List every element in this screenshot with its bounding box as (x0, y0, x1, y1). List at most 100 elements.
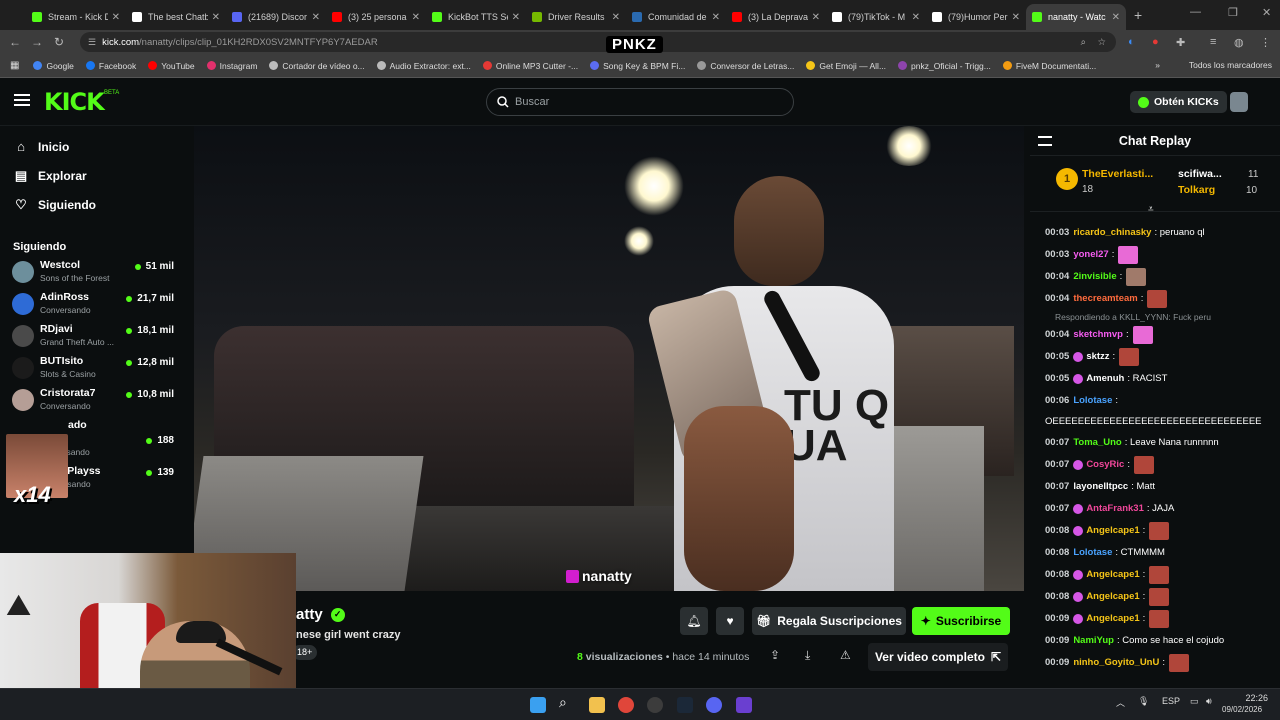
close-tab-icon[interactable]: ✕ (612, 12, 620, 23)
followed-channel[interactable]: AdinRoss Conversando 21,7 mil (0, 291, 188, 323)
sidebar-nav-explorar[interactable]: ▤ Explorar (0, 161, 188, 190)
network-icon[interactable]: ▭ (1190, 696, 1199, 707)
browser-tab[interactable]: (21689) Discor ✕ (226, 4, 326, 30)
mic-icon[interactable]: 🎙︎ (1138, 696, 1149, 707)
url-field[interactable]: ☰ kick.com/nanatty/clips/clip_01KH2RDX0S… (80, 32, 1116, 52)
chat-username[interactable]: Lolotase (1073, 390, 1112, 412)
close-tab-icon[interactable]: ✕ (1012, 12, 1020, 23)
chat-username[interactable]: sketchmvp (1073, 324, 1123, 346)
app-icon[interactable] (736, 697, 752, 713)
chat-username[interactable]: thecreamteam (1073, 288, 1137, 310)
extension-icon[interactable]: ● (1152, 36, 1159, 48)
notification-bell-button[interactable]: 🔔︎ (680, 607, 708, 635)
follow-heart-button[interactable]: ♥ (716, 607, 744, 635)
browser-tab[interactable]: The best Chatb ✕ (126, 4, 226, 30)
clock-date[interactable]: 09/02/2026 (1222, 705, 1262, 714)
chat-username[interactable]: yonel27 (1073, 244, 1108, 266)
back-button[interactable]: ← (4, 35, 26, 49)
chat-username[interactable]: ninho_Goyito_UnU (1073, 652, 1159, 674)
clip-video-player[interactable]: TU QUA nanatty (194, 126, 1024, 591)
volume-icon[interactable]: 🔊︎ (1206, 696, 1212, 707)
bookmark-star-icon[interactable]: ☆ (1097, 37, 1106, 48)
gifter-name[interactable]: TheEverlasti... (1082, 168, 1153, 180)
reload-button[interactable]: ↻ (48, 35, 70, 49)
close-tab-icon[interactable]: ✕ (512, 12, 520, 23)
bookmark-item[interactable]: Facebook (85, 61, 136, 71)
sidebar-nav-inicio[interactable]: ⌂ Inicio (0, 132, 188, 161)
chat-username[interactable]: Angelcape1 (1086, 564, 1139, 586)
bookmark-item[interactable]: pnkz_Oficial - Trigg... (898, 61, 991, 71)
bookmark-item[interactable]: Conversor de Letras... (697, 61, 794, 71)
close-tab-icon[interactable]: ✕ (1112, 12, 1120, 23)
forward-button[interactable]: → (26, 35, 48, 49)
bookmark-item[interactable]: Get Emoji — All... (806, 61, 886, 71)
browser-tab[interactable]: Stream - Kick D ✕ (26, 4, 126, 30)
menu-dots-icon[interactable]: ⋮ (1260, 36, 1271, 49)
bookmark-item[interactable]: Online MP3 Cutter -... (482, 61, 578, 71)
new-tab-button[interactable]: + (1134, 7, 1142, 23)
browser-tab[interactable]: nanatty - Watc ✕ (1026, 4, 1126, 30)
clock-time[interactable]: 22:26 (1228, 693, 1268, 703)
zoom-icon[interactable]: ⌕ (1081, 37, 1086, 48)
chat-username[interactable]: Angelcape1 (1086, 586, 1139, 608)
close-tab-icon[interactable]: ✕ (812, 12, 820, 23)
maximize-button[interactable]: ❐ (1228, 6, 1238, 19)
steam-icon[interactable] (677, 697, 693, 713)
site-info-icon[interactable]: ☰ (88, 37, 96, 48)
all-bookmarks-link[interactable]: Todos los marcadores (1189, 60, 1272, 70)
close-tab-icon[interactable]: ✕ (212, 12, 220, 23)
chat-username[interactable]: Toma_Uno (1073, 432, 1121, 454)
search-taskbar-icon[interactable]: ⌕ (559, 694, 575, 710)
expand-gifters-icon[interactable]: ⩡ (1148, 204, 1154, 215)
bookmark-item[interactable]: Google (33, 61, 74, 71)
followed-channel[interactable]: Cristorata7 Conversando 10,8 mil (0, 387, 188, 419)
gift-subs-button[interactable]: 🎁︎ Regala Suscripciones (752, 607, 906, 635)
followed-channel[interactable]: RDjavi Grand Theft Auto ... 18,1 mil (0, 323, 188, 355)
app-icon[interactable] (647, 697, 663, 713)
subscribe-button[interactable]: ✦ Suscribirse (912, 607, 1010, 635)
discord-icon[interactable] (706, 697, 722, 713)
report-icon[interactable]: ⚠ (840, 648, 851, 662)
gifter-name[interactable]: scifiwa... (1178, 168, 1222, 180)
bookmark-item[interactable]: Audio Extractor: ext... (376, 61, 471, 71)
chat-username[interactable]: 2invisible (1073, 266, 1116, 288)
chat-username[interactable]: ricardo_chinasky (1073, 222, 1151, 244)
minimize-button[interactable]: — (1190, 6, 1201, 18)
get-kicks-button[interactable]: Obtén KICKs (1130, 91, 1227, 113)
channel-name[interactable]: atty ✓ (296, 606, 345, 623)
browser-tab[interactable]: (3) La Deprava ✕ (726, 4, 826, 30)
chat-username[interactable]: AntaFrank31 (1086, 498, 1144, 520)
file-explorer-icon[interactable] (589, 697, 605, 713)
followed-channel[interactable]: Westcol Sons of the Forest 51 mil (0, 259, 188, 291)
chat-username[interactable]: Angelcape1 (1086, 608, 1139, 630)
apps-grid-icon[interactable]: ▦ (10, 60, 19, 71)
chat-username[interactable]: layonelltpcc (1073, 476, 1128, 498)
share-icon[interactable]: ⇪ (770, 648, 780, 662)
tray-expand-icon[interactable]: ︿ (1116, 696, 1125, 709)
menu-icon[interactable] (14, 94, 30, 106)
chat-username[interactable]: Angelcape1 (1086, 520, 1139, 542)
chat-username[interactable]: CosyRic (1086, 454, 1124, 476)
kick-logo[interactable]: KICK (44, 88, 105, 116)
close-tab-icon[interactable]: ✕ (912, 12, 920, 23)
reading-list-icon[interactable]: ≡ (1210, 36, 1216, 48)
bookmark-item[interactable]: Instagram (206, 61, 257, 71)
bookmark-item[interactable]: YouTube (148, 61, 195, 71)
browser-tab[interactable]: KickBot TTS Se ✕ (426, 4, 526, 30)
download-icon[interactable]: ⤓ (805, 648, 810, 663)
collapse-chat-icon[interactable] (1038, 136, 1052, 146)
close-tab-icon[interactable]: ✕ (312, 12, 320, 23)
close-tab-icon[interactable]: ✕ (712, 12, 720, 23)
browser-tab[interactable]: (79)Humor Per ✕ (926, 4, 1026, 30)
profile-icon[interactable]: ◍ (1234, 36, 1244, 49)
browser-tab[interactable]: (79)TikTok - M ✕ (826, 4, 926, 30)
bookmark-item[interactable]: Song Key & BPM Fi... (590, 61, 685, 71)
bookmark-item[interactable]: Cortador de vídeo o... (269, 61, 365, 71)
bookmark-item[interactable]: FiveM Documentati... (1002, 61, 1096, 71)
sidebar-nav-siguiendo[interactable]: ♡ Siguiendo (0, 190, 188, 219)
more-bookmarks-icon[interactable]: » (1155, 60, 1160, 70)
start-icon[interactable] (530, 697, 546, 713)
chat-username[interactable]: sktzz (1086, 346, 1109, 368)
close-tab-icon[interactable]: ✕ (112, 12, 120, 23)
close-tab-icon[interactable]: ✕ (412, 12, 420, 23)
